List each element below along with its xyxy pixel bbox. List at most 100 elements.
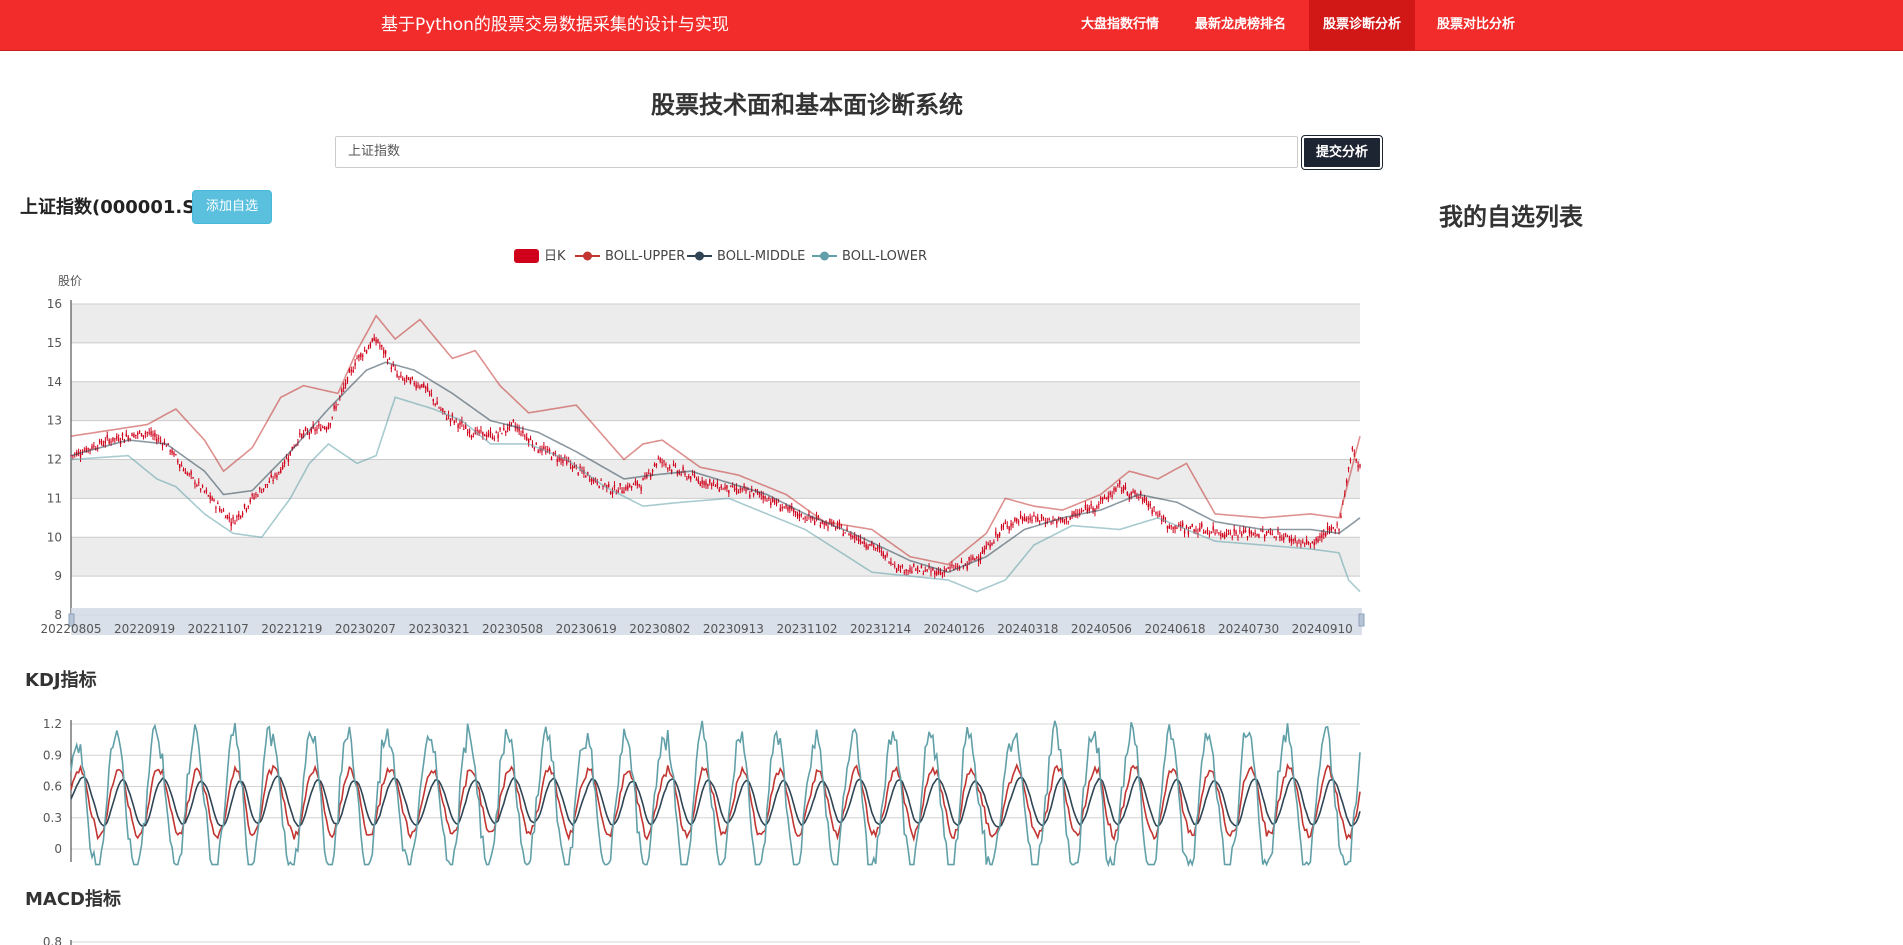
candle — [937, 570, 940, 573]
x-tick-label: 20220919 — [114, 622, 175, 636]
candle — [98, 440, 101, 443]
candle — [848, 533, 850, 536]
candle — [853, 535, 856, 539]
candle — [634, 481, 637, 483]
candle — [1252, 533, 1254, 536]
candle — [1172, 527, 1174, 529]
candle — [1017, 521, 1020, 523]
candle — [842, 533, 844, 537]
x-tick-label: 20230207 — [335, 622, 396, 636]
candle — [287, 458, 290, 462]
candle — [207, 495, 209, 497]
candle — [537, 450, 539, 453]
candle — [342, 386, 345, 389]
candle — [529, 438, 532, 440]
candle — [362, 355, 364, 357]
candle — [1347, 467, 1350, 469]
candle — [485, 435, 488, 438]
candle — [354, 362, 356, 366]
candle — [211, 497, 213, 501]
candle — [428, 390, 431, 393]
candle — [137, 432, 139, 435]
candle — [1239, 530, 1241, 532]
candle — [234, 522, 236, 525]
candle — [369, 343, 372, 347]
x-tick-label: 20230321 — [408, 622, 469, 636]
y-tick-label: 9 — [54, 569, 62, 583]
candle — [497, 434, 499, 439]
candle — [346, 377, 349, 381]
candle — [1258, 534, 1260, 538]
candle — [1042, 519, 1045, 521]
candle — [198, 481, 200, 483]
y-tick-label: 10 — [47, 530, 62, 544]
candle — [304, 427, 307, 431]
candle — [783, 506, 785, 508]
candle — [352, 370, 354, 373]
candle — [245, 508, 248, 512]
candle — [1260, 530, 1262, 532]
x-tick-label: 20240730 — [1218, 622, 1279, 636]
candle — [173, 452, 175, 456]
candle — [1250, 531, 1253, 534]
candle — [1101, 497, 1104, 501]
candle — [1098, 504, 1100, 506]
candle — [1262, 530, 1264, 533]
candle — [247, 505, 250, 508]
candle — [283, 460, 286, 464]
candle — [1290, 538, 1293, 542]
candle — [829, 519, 831, 523]
candle — [423, 383, 425, 388]
candle — [726, 485, 728, 489]
candle — [1157, 515, 1159, 517]
candle — [79, 453, 82, 458]
candle — [398, 376, 400, 378]
candle — [560, 458, 562, 461]
candle — [1038, 520, 1041, 522]
candle — [491, 436, 494, 439]
kdj-y-tick-label: 0.6 — [43, 780, 62, 794]
candle — [716, 482, 719, 487]
candle — [956, 565, 959, 567]
candle — [463, 428, 465, 430]
candle — [1292, 539, 1294, 541]
candle — [453, 420, 455, 424]
candle — [478, 430, 480, 434]
candle — [709, 479, 711, 483]
candle — [1324, 532, 1327, 536]
candle — [266, 484, 269, 486]
candle — [444, 411, 446, 413]
candle — [741, 488, 743, 490]
candle — [722, 488, 724, 490]
candle — [861, 542, 864, 544]
candle — [1279, 536, 1281, 539]
candle — [224, 517, 227, 519]
candle — [735, 487, 738, 491]
candle — [915, 569, 917, 571]
candle — [158, 438, 160, 440]
candle — [299, 433, 301, 435]
candle — [161, 444, 164, 446]
candle — [1099, 497, 1102, 500]
candle — [1210, 532, 1212, 534]
candle — [350, 369, 353, 372]
candle — [989, 544, 991, 548]
candle — [609, 491, 612, 494]
candle — [728, 490, 730, 494]
candle — [344, 382, 347, 386]
candle — [1208, 533, 1211, 535]
candle — [1323, 533, 1325, 536]
candle — [135, 434, 137, 436]
candle — [260, 492, 263, 494]
candle — [604, 483, 606, 485]
candle — [1349, 459, 1352, 461]
candle — [1225, 533, 1228, 537]
candle — [432, 399, 434, 402]
candle — [966, 565, 968, 570]
candle — [1248, 529, 1251, 534]
candle — [787, 506, 789, 511]
candle — [1004, 522, 1007, 524]
candle — [278, 471, 280, 473]
candle — [1159, 513, 1161, 515]
candle — [619, 483, 621, 486]
